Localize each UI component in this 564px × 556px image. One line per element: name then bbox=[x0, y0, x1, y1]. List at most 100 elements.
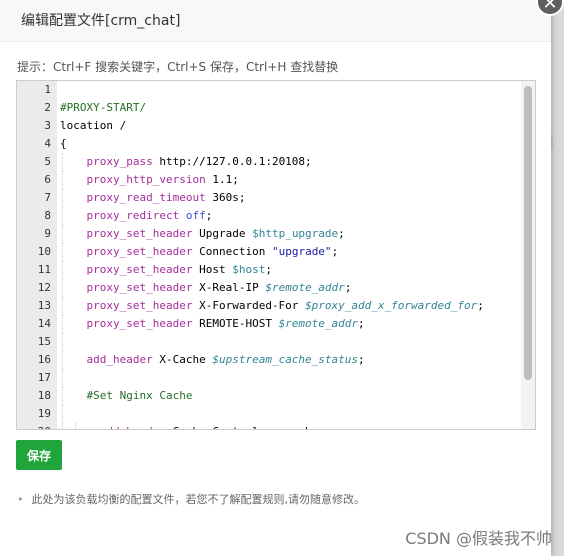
code-token: $remote_addr bbox=[265, 281, 345, 294]
code-lines[interactable]: 1 2 #PROXY-START/3 location /4{5 proxy_pass… bbox=[17, 81, 523, 429]
line-number: 2 bbox=[44, 101, 51, 114]
line-number: 16 bbox=[37, 353, 51, 366]
editor-scrollbar[interactable] bbox=[521, 81, 535, 429]
code-token: X-Real-IP bbox=[192, 281, 266, 294]
line-number: 14 bbox=[37, 317, 51, 330]
code-token: off bbox=[185, 209, 206, 222]
code-line[interactable]: 11 proxy_set_header Host $host; bbox=[17, 261, 523, 279]
code-token: location / bbox=[60, 119, 127, 132]
code-line[interactable]: 20 add_header Cache-Control no-cache; bbox=[17, 423, 523, 429]
line-number: 3 bbox=[44, 119, 51, 132]
line-number: 1 bbox=[44, 83, 51, 96]
code-token: add_header bbox=[86, 353, 153, 366]
code-line[interactable]: 17 bbox=[17, 369, 523, 387]
code-token: $upstream_cache_status bbox=[212, 353, 359, 366]
line-number: 12 bbox=[37, 281, 51, 294]
code-token: $remote_addr bbox=[278, 317, 359, 330]
line-number: 4 bbox=[44, 137, 51, 150]
code-token: proxy_redirect bbox=[86, 209, 180, 222]
code-token: proxy_set_header bbox=[86, 281, 193, 294]
code-token: proxy_http_version bbox=[86, 173, 206, 186]
code-token: REMOTE-HOST bbox=[192, 317, 279, 330]
code-line[interactable]: 8 proxy_redirect off; bbox=[17, 207, 523, 225]
line-number: 13 bbox=[37, 299, 51, 312]
code-line[interactable]: 14 proxy_set_header REMOTE-HOST $remote_… bbox=[17, 315, 523, 333]
code-line[interactable]: 16 add_header X-Cache $upstream_cache_st… bbox=[17, 351, 523, 369]
code-token: proxy_set_header bbox=[86, 245, 193, 258]
code-token: Connection bbox=[192, 245, 272, 258]
code-line[interactable]: 18 #Set Nginx Cache bbox=[17, 387, 523, 405]
code-line[interactable]: 2 #PROXY-START/ bbox=[17, 99, 523, 117]
line-number: 6 bbox=[44, 173, 51, 186]
line-number: 9 bbox=[44, 227, 51, 240]
code-editor[interactable]: 1 2 #PROXY-START/3 location /4{5 proxy_pass… bbox=[16, 80, 536, 430]
code-token: proxy_pass bbox=[86, 155, 153, 168]
code-token: http://127.0.0.1:20108; bbox=[152, 155, 312, 168]
save-button[interactable]: 保存 bbox=[16, 440, 62, 470]
note-bullet: • bbox=[17, 493, 24, 506]
line-number: 11 bbox=[37, 263, 51, 276]
code-line[interactable]: 15 bbox=[17, 333, 523, 351]
code-line[interactable]: 4{ bbox=[17, 135, 523, 153]
code-token: add_header bbox=[100, 425, 166, 429]
code-token: Upgrade bbox=[192, 227, 253, 240]
config-note: • 此处为该负载均衡的配置文件，若您不了解配置规则,请勿随意修改。 bbox=[17, 491, 365, 507]
line-number: 19 bbox=[37, 407, 51, 420]
code-line[interactable]: 5 proxy_pass http://127.0.0.1:20108; bbox=[17, 153, 523, 171]
code-line[interactable]: 7 proxy_read_timeout 360s; bbox=[17, 189, 523, 207]
code-line[interactable]: 10 proxy_set_header Connection "upgrade"… bbox=[17, 243, 523, 261]
code-token: ; bbox=[331, 245, 339, 258]
code-token: { bbox=[60, 137, 67, 150]
indent-guide bbox=[62, 423, 63, 429]
indent-guide bbox=[62, 369, 63, 387]
edit-config-dialog: 编辑配置文件[crm_chat] 提示：Ctrl+F 搜索关键字，Ctrl+S … bbox=[0, 0, 551, 556]
editor-scroll-thumb[interactable] bbox=[524, 86, 532, 380]
note-text: 此处为该负载均衡的配置文件，若您不了解配置规则,请勿随意修改。 bbox=[31, 493, 366, 506]
indent-guide bbox=[62, 171, 63, 189]
line-number: 10 bbox=[37, 245, 51, 258]
indent-guide bbox=[62, 225, 63, 243]
code-line[interactable]: 6 proxy_http_version 1.1; bbox=[17, 171, 523, 189]
shortcut-hint: 提示：Ctrl+F 搜索关键字，Ctrl+S 保存，Ctrl+H 查找替换 bbox=[17, 60, 339, 74]
watermark: CSDN @假装我不帅 bbox=[405, 529, 552, 548]
code-line[interactable]: 12 proxy_set_header X-Real-IP $remote_ad… bbox=[17, 279, 523, 297]
code-token: $proxy_add_x_forwarded_for bbox=[305, 299, 478, 312]
dialog-title: 编辑配置文件[crm_chat] bbox=[0, 0, 551, 42]
code-token: proxy_set_header bbox=[86, 299, 193, 312]
code-token: #Set Nginx Cache bbox=[86, 389, 193, 402]
code-token: ; bbox=[477, 299, 484, 312]
code-token: $http_upgrade bbox=[252, 227, 339, 240]
indent-guide bbox=[62, 279, 63, 297]
indent-guide bbox=[62, 351, 63, 369]
code-line[interactable]: 13 proxy_set_header X-Forwarded-For $pro… bbox=[17, 297, 523, 315]
code-line[interactable]: 9 proxy_set_header Upgrade $http_upgrade… bbox=[17, 225, 523, 243]
code-token: X-Cache bbox=[152, 353, 213, 366]
code-token: ; bbox=[358, 317, 365, 330]
line-number: 18 bbox=[37, 389, 51, 402]
background-separator bbox=[551, 135, 553, 149]
indent-guide bbox=[62, 297, 63, 315]
code-line[interactable]: 3 location / bbox=[17, 117, 523, 135]
code-line[interactable]: 19 bbox=[17, 405, 523, 423]
code-token: proxy_read_timeout bbox=[86, 191, 206, 204]
code-token: proxy_set_header bbox=[86, 227, 193, 240]
code-token: 1.1; bbox=[205, 173, 239, 186]
code-token: ; bbox=[205, 209, 213, 222]
line-number: 8 bbox=[44, 209, 51, 222]
code-line[interactable]: 1 bbox=[17, 81, 523, 99]
